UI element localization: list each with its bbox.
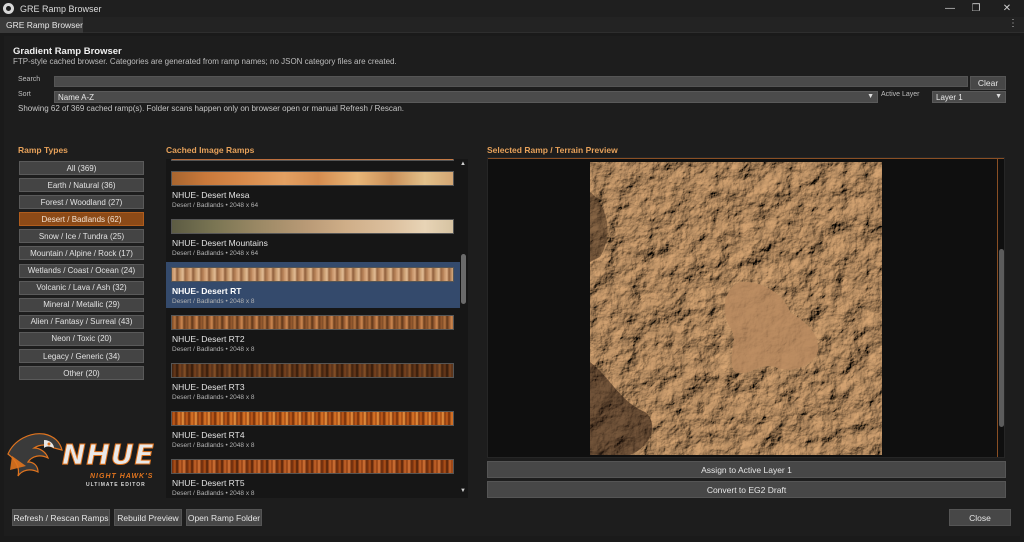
scroll-down-icon[interactable]: ▼ bbox=[460, 488, 466, 494]
ramp-name: NHUE- Desert RT3 bbox=[172, 382, 245, 392]
status-text: Showing 62 of 369 cached ramp(s). Folder… bbox=[18, 104, 404, 113]
ramp-type-item[interactable]: Legacy / Generic (34) bbox=[19, 349, 144, 364]
convert-eg2-button[interactable]: Convert to EG2 Draft bbox=[487, 481, 1006, 498]
open-ramp-folder-button[interactable]: Open Ramp Folder bbox=[186, 509, 262, 526]
kebab-menu-icon[interactable]: ⋮ bbox=[1008, 18, 1018, 29]
ramp-type-item[interactable]: Mountain / Alpine / Rock (17) bbox=[19, 246, 144, 261]
minimize-button[interactable]: — bbox=[936, 0, 964, 17]
main-panel: Gradient Ramp Browser FTP-style cached b… bbox=[4, 36, 1020, 536]
ramp-type-item[interactable]: Wetlands / Coast / Ocean (24) bbox=[19, 263, 144, 278]
chevron-down-icon: ▼ bbox=[867, 93, 874, 100]
ramp-name: NHUE- Desert RT2 bbox=[172, 334, 245, 344]
ramp-meta: Desert / Badlands • 2048 x 8 bbox=[172, 394, 255, 401]
title-bar: GRE Ramp Browser bbox=[0, 0, 1024, 17]
ramp-list-scrollbar[interactable] bbox=[461, 254, 466, 304]
ramp-meta: Desert / Badlands • 2048 x 8 bbox=[172, 490, 255, 497]
ramp-type-item[interactable]: Alien / Fantasy / Surreal (43) bbox=[19, 314, 144, 329]
cached-ramps-title: Cached Image Ramps bbox=[166, 145, 255, 155]
ramp-name: NHUE- Desert Mountains bbox=[172, 238, 268, 248]
ramp-swatch-partial bbox=[171, 159, 454, 161]
logo-tagline-1: NIGHT HAWK'S bbox=[90, 473, 154, 480]
tab-gre-ramp-browser[interactable]: GRE Ramp Browser bbox=[0, 17, 83, 33]
ramp-list-item[interactable]: NHUE- Desert Mesa Desert / Badlands • 204… bbox=[166, 166, 460, 212]
ramp-type-list: All (369) Earth / Natural (36) Forest / Wo… bbox=[19, 161, 144, 383]
ramp-swatch bbox=[171, 363, 454, 378]
minimize-icon: — bbox=[945, 3, 955, 14]
preview-scrollbar[interactable] bbox=[999, 249, 1004, 427]
ramp-list-item[interactable]: NHUE- Desert RT5 Desert / Badlands • 2048… bbox=[166, 454, 460, 498]
clear-search-button[interactable]: Clear bbox=[970, 76, 1006, 90]
ramp-meta: Desert / Badlands • 2048 x 64 bbox=[172, 250, 259, 257]
active-layer-label: Active Layer bbox=[881, 91, 920, 98]
ramp-swatch bbox=[171, 459, 454, 474]
terrain-preview bbox=[487, 157, 1005, 458]
ramp-type-item[interactable]: Other (20) bbox=[19, 366, 144, 381]
sort-selected-value: Name A-Z bbox=[58, 92, 95, 102]
ramp-list-item[interactable]: NHUE- Desert RT2 Desert / Badlands • 2048… bbox=[166, 310, 460, 356]
app-logo-icon bbox=[3, 3, 14, 14]
logo-tagline-2: ULTIMATE EDITOR bbox=[86, 482, 146, 488]
ramp-meta: Desert / Badlands • 2048 x 64 bbox=[172, 202, 259, 209]
close-window-button[interactable]: ✕ bbox=[993, 0, 1021, 17]
ramp-swatch bbox=[171, 171, 454, 186]
ramp-type-item[interactable]: Forest / Woodland (27) bbox=[19, 195, 144, 210]
page-subtitle: FTP-style cached browser. Categories are… bbox=[13, 57, 397, 66]
ramp-name: NHUE- Desert RT bbox=[172, 286, 242, 296]
logo-text: NHUE bbox=[62, 438, 155, 472]
ramp-list-item[interactable]: NHUE- Desert Mountains Desert / Badlands … bbox=[166, 214, 460, 260]
ramp-name: NHUE- Desert RT5 bbox=[172, 478, 245, 488]
sort-label: Sort bbox=[18, 91, 31, 98]
ramp-swatch bbox=[171, 315, 454, 330]
terrain-preview-image bbox=[590, 162, 882, 455]
ramp-meta: Desert / Badlands • 2048 x 8 bbox=[172, 442, 255, 449]
ramp-meta: Desert / Badlands • 2048 x 8 bbox=[172, 298, 255, 305]
ramp-type-item[interactable]: All (369) bbox=[19, 161, 144, 175]
ramp-list-item[interactable]: NHUE- Desert RT4 Desert / Badlands • 2048… bbox=[166, 406, 460, 452]
ramp-list: NHUE- Desert Mesa Desert / Badlands • 204… bbox=[166, 159, 468, 498]
ramp-list-item[interactable]: NHUE- Desert RT3 Desert / Badlands • 2048… bbox=[166, 358, 460, 404]
ramp-type-item[interactable]: Snow / Ice / Tundra (25) bbox=[19, 229, 144, 244]
page-title: Gradient Ramp Browser bbox=[13, 46, 122, 57]
ramp-type-item[interactable]: Mineral / Metallic (29) bbox=[19, 297, 144, 312]
search-label: Search bbox=[18, 76, 41, 83]
ramp-type-item[interactable]: Desert / Badlands (62) bbox=[19, 212, 144, 227]
refresh-rescan-button[interactable]: Refresh / Rescan Ramps bbox=[12, 509, 110, 526]
ramp-name: NHUE- Desert Mesa bbox=[172, 190, 250, 200]
restore-icon: ❐ bbox=[971, 3, 981, 14]
close-button[interactable]: Close bbox=[949, 509, 1011, 526]
ramp-type-item[interactable]: Earth / Natural (36) bbox=[19, 178, 144, 193]
ramp-types-title: Ramp Types bbox=[18, 145, 68, 155]
ramp-swatch bbox=[171, 219, 454, 234]
ramp-swatch bbox=[171, 411, 454, 426]
sort-select[interactable]: Name A-Z ▼ bbox=[54, 91, 878, 103]
assign-to-layer-button[interactable]: Assign to Active Layer 1 bbox=[487, 461, 1006, 478]
scroll-up-icon[interactable]: ▲ bbox=[460, 161, 466, 167]
tab-bar: GRE Ramp Browser ⋮ bbox=[0, 17, 1024, 33]
ramp-name: NHUE- Desert RT4 bbox=[172, 430, 245, 440]
active-layer-select[interactable]: Layer 1 ▼ bbox=[932, 91, 1006, 103]
window-title: GRE Ramp Browser bbox=[20, 3, 102, 14]
ramp-list-item[interactable]: NHUE- Desert RT Desert / Badlands • 2048 … bbox=[166, 262, 460, 308]
ramp-type-item[interactable]: Volcanic / Lava / Ash (32) bbox=[19, 280, 144, 295]
ramp-type-item[interactable]: Neon / Toxic (20) bbox=[19, 331, 144, 346]
preview-title: Selected Ramp / Terrain Preview bbox=[487, 145, 618, 155]
close-icon: ✕ bbox=[1002, 3, 1012, 14]
search-input[interactable] bbox=[54, 76, 968, 87]
restore-button[interactable]: ❐ bbox=[962, 0, 990, 17]
active-layer-selected-value: Layer 1 bbox=[936, 92, 963, 102]
rebuild-preview-button[interactable]: Rebuild Preview bbox=[114, 509, 182, 526]
ramp-swatch bbox=[171, 267, 454, 282]
ramp-meta: Desert / Badlands • 2048 x 8 bbox=[172, 346, 255, 353]
chevron-down-icon: ▼ bbox=[995, 93, 1002, 100]
